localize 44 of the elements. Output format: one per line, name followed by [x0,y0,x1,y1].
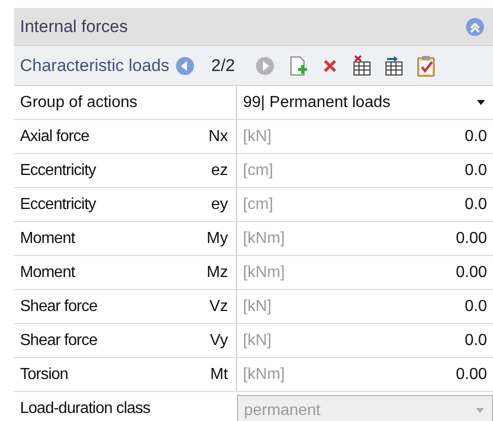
symbol-label: ey [211,194,228,214]
unit-label: [cm] [243,194,274,214]
unit-label: [kNm] [243,364,285,384]
dropdown-caret-icon [476,408,484,413]
value-field[interactable]: 0.00 [456,362,487,386]
table-delete-icon[interactable] [350,54,373,76]
field-label: Eccentricity [20,160,96,180]
symbol-label: Nx [208,126,228,146]
symbol-label: Mt [210,364,228,384]
field-label: Shear force [20,330,98,350]
symbol-label: ez [211,160,228,180]
field-label: Moment [20,228,75,248]
unit-label: [kN] [243,330,272,350]
value-field[interactable]: 0.0 [464,294,487,318]
symbol-label: My [206,228,228,248]
dropdown-caret-icon [477,100,485,105]
field-label: Moment [20,262,75,282]
unit-label: [kNm] [243,228,285,248]
value-field[interactable]: 0.0 [464,158,487,182]
toolbar-label: Characteristic loads [20,54,170,77]
value-field[interactable]: 0.0 [464,124,487,148]
unit-label: [kN] [243,296,272,316]
field-label: Axial force [20,126,90,146]
field-label: Group of actions [20,92,138,112]
panel-title: Internal forces [20,16,128,38]
value-field[interactable]: 0.00 [456,226,487,250]
value-field[interactable]: 0.00 [456,260,487,284]
unit-label: [kN] [243,126,272,146]
page-counter: 2/2 [211,54,235,77]
symbol-label: Vy [210,330,228,350]
field-label: Eccentricity [20,194,96,214]
symbol-label: Mz [206,262,228,282]
previous-icon[interactable] [175,56,196,76]
clipboard-check-icon[interactable] [414,54,437,76]
symbol-label: Vz [209,296,228,316]
collapse-icon[interactable] [465,16,485,36]
field-label: Torsion [20,364,68,384]
field-label: Shear force [20,296,98,316]
field-label: Load-duration class [20,399,150,419]
unit-label: [kNm] [243,262,285,282]
value-field[interactable]: 0.0 [464,328,487,352]
value-field[interactable]: 0.0 [464,192,487,216]
unit-label: [cm] [243,160,274,180]
table-import-icon[interactable] [382,54,405,76]
